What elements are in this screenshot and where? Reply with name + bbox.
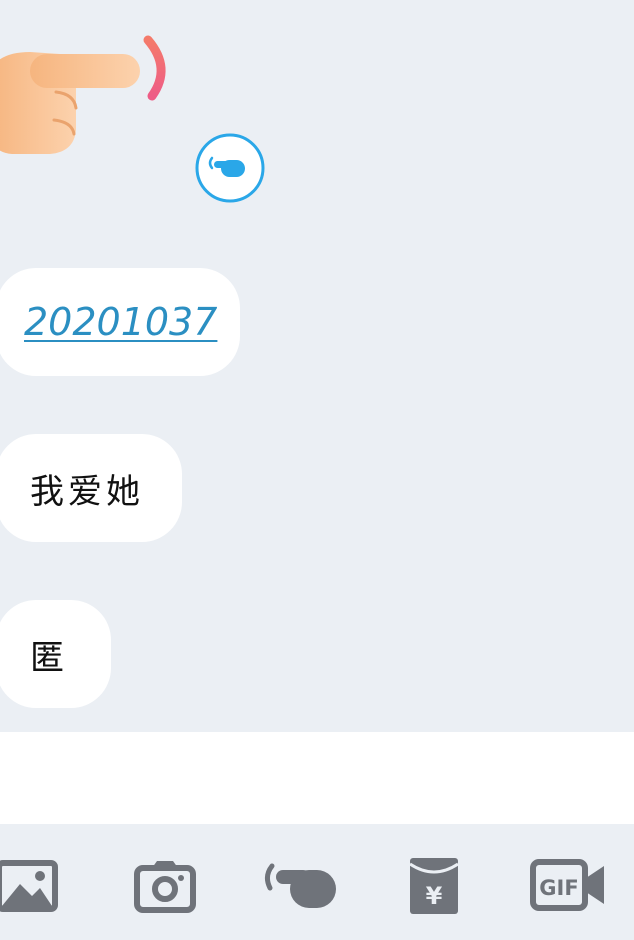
camera-icon[interactable]: [134, 858, 196, 914]
message-bubble[interactable]: 20201037: [0, 268, 240, 376]
message-text: 我爱她: [30, 471, 144, 512]
message-bubble[interactable]: 匿: [0, 600, 111, 708]
message-text: 匿: [30, 637, 68, 678]
poke-badge-icon[interactable]: [194, 132, 266, 204]
message-input[interactable]: [0, 732, 634, 824]
image-icon[interactable]: [0, 858, 60, 914]
message-bubble[interactable]: 我爱她: [0, 434, 182, 542]
poke-icon[interactable]: [262, 858, 340, 914]
red-packet-icon[interactable]: ¥: [408, 858, 460, 914]
input-toolbar: ¥ GIF: [0, 824, 634, 940]
chat-area: 20201037 我爱她 匿: [0, 0, 634, 732]
poke-hand-icon: [0, 35, 166, 154]
message-link[interactable]: 20201037: [24, 300, 217, 344]
yen-glyph: ¥: [426, 882, 443, 910]
gif-label: GIF: [539, 876, 578, 900]
gif-icon[interactable]: GIF: [530, 858, 608, 914]
